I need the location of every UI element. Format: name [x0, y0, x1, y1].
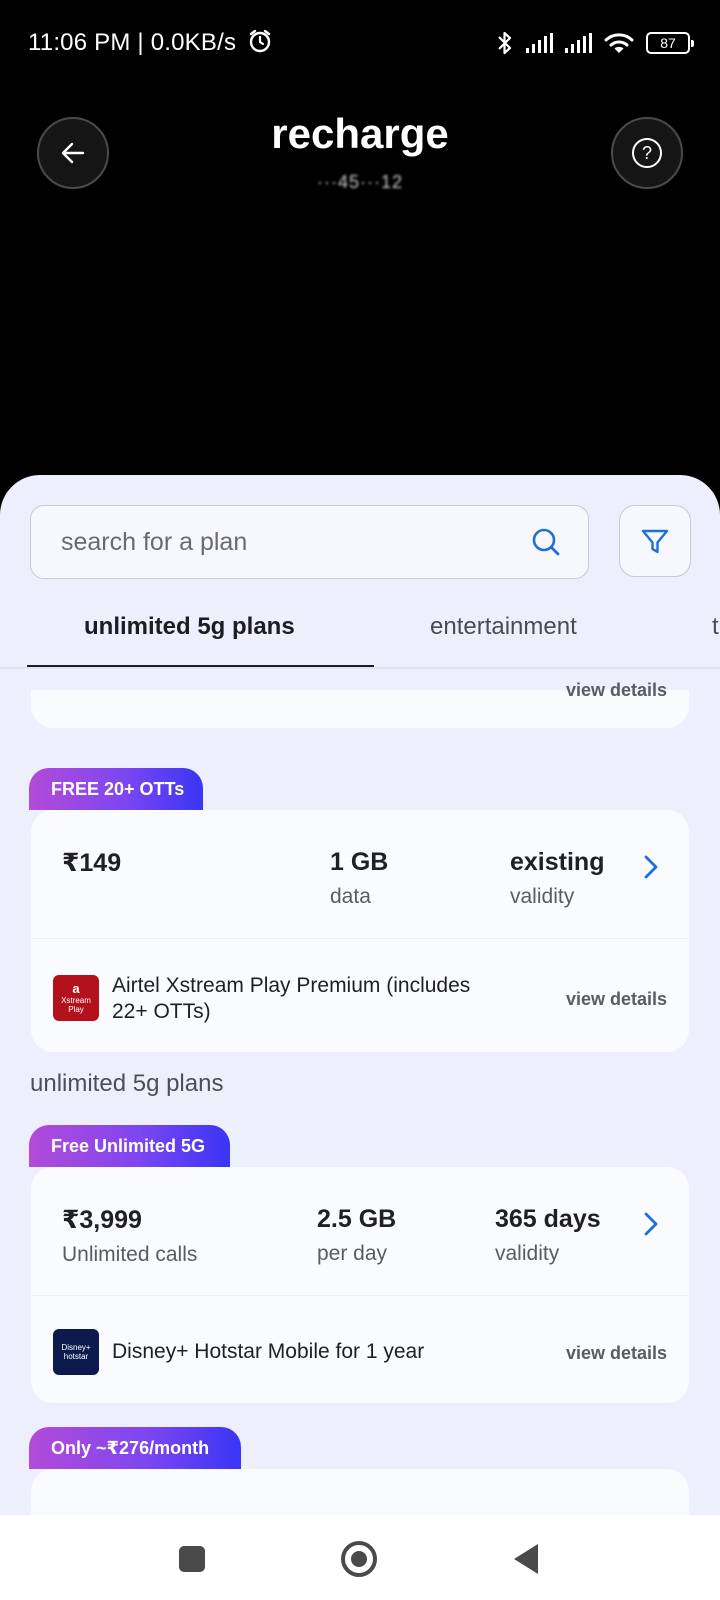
- tabs-divider: [0, 667, 720, 669]
- tab-next-partial[interactable]: t: [712, 613, 719, 641]
- plan-validity-value: 365 days: [495, 1205, 601, 1233]
- plan-validity-label: validity: [495, 1242, 560, 1265]
- status-icons: 87: [496, 26, 694, 60]
- disney-hotstar-logo-text: Disney+ hotstar: [61, 1343, 91, 1361]
- disney-hotstar-logo: Disney+ hotstar: [53, 1329, 99, 1375]
- plan-price-sub: Unlimited calls: [62, 1243, 198, 1266]
- search-box[interactable]: [30, 505, 589, 579]
- filter-button[interactable]: [619, 505, 691, 577]
- plan-card[interactable]: ₹3,999 Unlimited calls 2.5 GB per day 36…: [31, 1167, 689, 1403]
- signal-1-icon: [526, 33, 553, 53]
- tab-entertainment[interactable]: entertainment: [430, 613, 577, 641]
- plan-badge: Only ~₹276/month: [29, 1427, 241, 1469]
- xstream-play-logo: a Xstream Play: [53, 975, 99, 1021]
- plan-price: ₹3,999 Unlimited calls: [62, 1205, 197, 1267]
- plan-validity-label: validity: [510, 885, 575, 908]
- plan-price-value: ₹3,999: [62, 1206, 142, 1234]
- phone-number: ···45···12: [316, 172, 403, 192]
- plan-data-label: data: [330, 885, 371, 908]
- status-time-text: 11:06 PM | 0.0KB/s: [28, 29, 237, 56]
- filter-icon: [641, 529, 669, 554]
- benefit-text: Disney+ Hotstar Mobile for 1 year: [112, 1339, 424, 1365]
- plan-price: ₹149: [62, 848, 121, 878]
- plan-badge: Free Unlimited 5G: [29, 1125, 230, 1167]
- benefit-line-1: Airtel Xstream Play Premium (includes: [112, 974, 471, 997]
- plan-summary-row[interactable]: ₹3,999 Unlimited calls 2.5 GB per day 36…: [31, 1167, 689, 1295]
- home-button[interactable]: [341, 1541, 377, 1577]
- view-details-link[interactable]: view details: [566, 680, 667, 701]
- system-back-button[interactable]: [514, 1544, 538, 1574]
- plan-badge: FREE 20+ OTTs: [29, 768, 203, 810]
- plan-data-value: 2.5 GB: [317, 1205, 397, 1233]
- plan-summary-row[interactable]: ₹149 1 GB data existing validity: [31, 810, 689, 938]
- plan-card[interactable]: ₹149 1 GB data existing validity a Xstre…: [31, 810, 689, 1052]
- plan-data: 2.5 GB per day: [317, 1205, 396, 1266]
- benefit-text: Airtel Xstream Play Premium (includes 22…: [112, 973, 470, 1025]
- search-input[interactable]: [61, 527, 501, 557]
- plan-data-label: per day: [317, 1242, 388, 1265]
- benefit-line-1: Disney+ Hotstar Mobile for 1 year: [112, 1340, 425, 1363]
- plan-price-value: ₹149: [62, 849, 122, 877]
- plan-card-partial[interactable]: view details: [31, 680, 689, 728]
- view-details-link[interactable]: view details: [566, 1343, 667, 1364]
- plan-data: 1 GB data: [330, 848, 388, 909]
- plans-sheet: unlimited 5g plans entertainment t view …: [0, 475, 720, 1515]
- plan-validity: 365 days validity: [495, 1205, 601, 1266]
- system-nav-bar: [0, 1515, 720, 1600]
- benefit-row[interactable]: a Xstream Play Airtel Xstream Play Premi…: [31, 939, 689, 1052]
- benefit-line-2: 22+ OTTs): [112, 1000, 211, 1023]
- battery-icon: 87: [646, 32, 694, 54]
- section-title: unlimited 5g plans: [30, 1070, 224, 1097]
- help-icon: ?: [632, 138, 662, 168]
- recents-button[interactable]: [179, 1546, 205, 1572]
- search-icon[interactable]: [530, 526, 562, 558]
- chevron-right-icon[interactable]: [643, 854, 659, 880]
- signal-2-icon: [565, 33, 592, 53]
- status-time: 11:06 PM | 0.0KB/s: [28, 28, 273, 57]
- help-button[interactable]: ?: [611, 117, 683, 189]
- battery-level: 87: [660, 35, 676, 51]
- alarm-icon: [249, 29, 271, 53]
- plan-card-partial[interactable]: [31, 1469, 689, 1515]
- wifi-icon: [604, 33, 634, 53]
- view-details-link[interactable]: view details: [566, 989, 667, 1010]
- tab-unlimited-5g-plans[interactable]: unlimited 5g plans: [84, 613, 295, 641]
- status-bar: 11:06 PM | 0.0KB/s 87: [0, 0, 720, 86]
- plan-validity: existing validity: [510, 848, 604, 909]
- benefit-row[interactable]: Disney+ hotstar Disney+ Hotstar Mobile f…: [31, 1296, 689, 1403]
- bluetooth-icon: [498, 31, 512, 55]
- xstream-play-logo-text: Xstream Play: [61, 996, 91, 1014]
- chevron-right-icon[interactable]: [643, 1211, 659, 1237]
- plan-validity-value: existing: [510, 848, 605, 876]
- plan-data-value: 1 GB: [330, 848, 389, 876]
- plan-tabs: unlimited 5g plans entertainment t: [0, 585, 720, 671]
